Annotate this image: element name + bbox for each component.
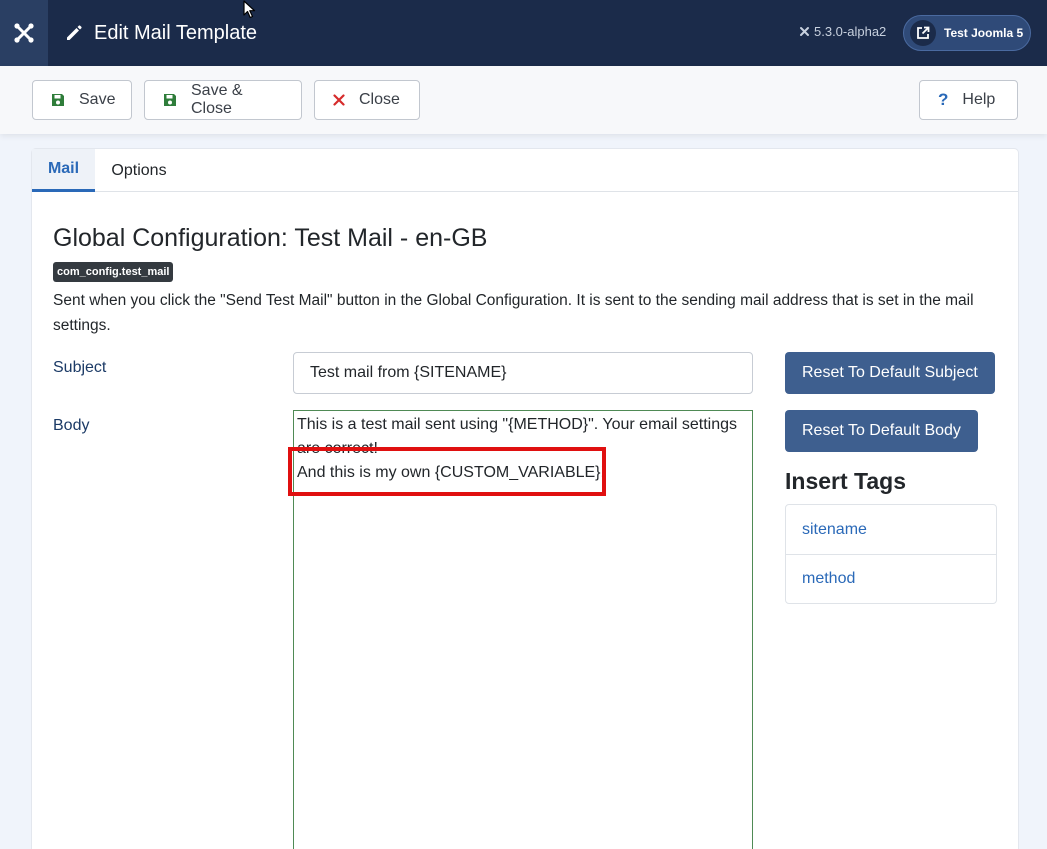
joomla-small-icon — [800, 27, 809, 36]
page-title-text: Edit Mail Template — [94, 21, 258, 44]
site-link-button[interactable]: Test Joomla 5 — [903, 15, 1031, 51]
toolbar: Save Save & Close Close ? Help — [0, 66, 1047, 134]
reset-subject-button[interactable]: Reset To Default Subject — [785, 352, 995, 394]
subject-input[interactable] — [293, 352, 753, 394]
template-description: Sent when you click the "Send Test Mail"… — [53, 292, 974, 334]
help-label: Help — [962, 91, 996, 108]
template-heading: Global Configuration: Test Mail - en-GB — [53, 224, 488, 252]
tag-sitename[interactable]: sitename — [786, 505, 996, 554]
body-line: And this is my own {CUSTOM_VARIABLE}! — [297, 464, 605, 481]
close-label: Close — [359, 91, 400, 108]
close-button[interactable]: Close — [314, 80, 420, 120]
pencil-icon — [67, 25, 82, 40]
save-icon — [164, 94, 176, 106]
edit-form-card: Mail Options Global Configuration: Test … — [32, 149, 1018, 849]
version-text: 5.3.0-alpha2 — [814, 24, 887, 39]
joomla-logo-icon[interactable] — [0, 0, 48, 66]
reset-body-button[interactable]: Reset To Default Body — [785, 410, 978, 452]
version-label: 5.3.0-alpha2 — [799, 24, 886, 39]
tab-mail[interactable]: Mail — [32, 149, 95, 192]
site-name: Test Joomla 5 — [944, 26, 1024, 40]
save-close-label: Save & Close — [191, 82, 243, 117]
subject-label: Subject — [53, 359, 107, 376]
external-link-icon — [910, 20, 936, 46]
save-label: Save — [79, 91, 116, 108]
help-icon: ? — [938, 90, 949, 109]
page-title: Edit Mail Template — [64, 19, 257, 47]
tab-options[interactable]: Options — [95, 149, 183, 192]
tag-list: sitename method — [785, 504, 997, 604]
body-label: Body — [53, 417, 90, 434]
tag-method[interactable]: method — [786, 554, 996, 603]
save-button[interactable]: Save — [32, 80, 132, 120]
save-close-button[interactable]: Save & Close — [144, 80, 302, 120]
template-key-badge: com_config.test_mail — [53, 262, 174, 282]
close-icon — [333, 94, 345, 106]
help-button[interactable]: ? Help — [919, 80, 1018, 120]
insert-tags-title: Insert Tags — [785, 468, 906, 494]
top-header: Edit Mail Template 5.3.0-alpha2 Test Joo… — [0, 0, 1047, 66]
mouse-cursor-icon — [243, 0, 256, 19]
body-textarea[interactable]: This is a test mail sent using "{METHOD}… — [293, 410, 753, 849]
save-icon — [52, 94, 64, 106]
body-line: This is a test mail sent using "{METHOD}… — [297, 416, 737, 457]
tab-bar: Mail Options — [32, 149, 1018, 192]
